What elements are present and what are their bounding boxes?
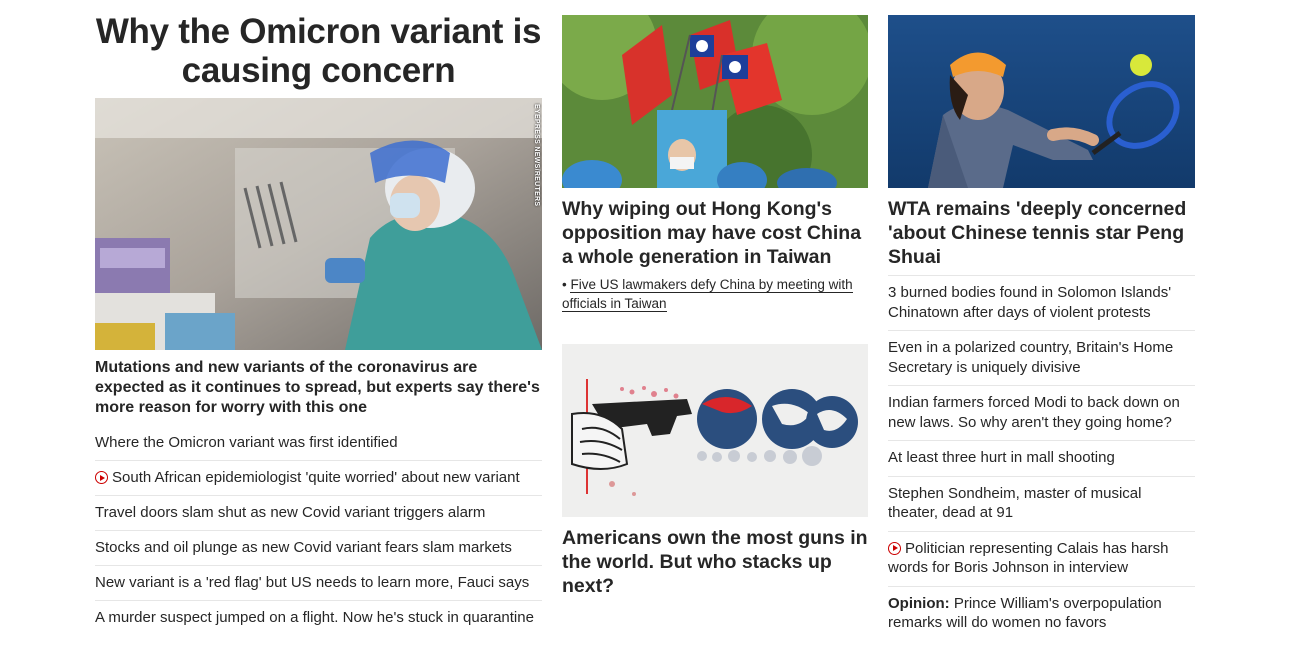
taiwan-story-headline[interactable]: Why wiping out Hong Kong's opposition ma… (562, 197, 868, 269)
opinion-label: Opinion: (888, 594, 950, 612)
guns-story-headline[interactable]: Americans own the most guns in the world… (562, 526, 868, 598)
image-credit: EYEPRESS NEWS/REUTERS (533, 104, 540, 207)
list-item[interactable]: Stephen Sondheim, master of musical thea… (888, 475, 1195, 531)
hero-headline[interactable]: Why the Omicron variant is causing conce… (95, 12, 542, 90)
list-item[interactable]: At least three hurt in mall shooting (888, 440, 1195, 476)
left-column: Why the Omicron variant is causing conce… (95, 0, 542, 635)
list-item[interactable]: A murder suspect jumped on a flight. Now… (95, 600, 542, 635)
lead-story-image[interactable]: EYEPRESS NEWS/REUTERS (95, 98, 542, 350)
list-item[interactable]: 3 burned bodies found in Solomon Islands… (888, 275, 1195, 330)
list-item[interactable]: Travel doors slam shut as new Covid vari… (95, 495, 542, 530)
taiwan-flags-image[interactable] (562, 15, 868, 188)
right-column: WTA remains 'deeply concerned 'about Chi… (888, 0, 1195, 641)
list-item[interactable]: Opinion: Prince William's overpopulation… (888, 585, 1195, 641)
play-video-icon (888, 541, 901, 555)
list-item[interactable]: South African epidemiologist 'quite worr… (95, 460, 542, 495)
lead-story-caption[interactable]: Mutations and new variants of the corona… (95, 358, 542, 418)
news-homepage: Why the Omicron variant is causing conce… (0, 0, 1290, 672)
top-stories-list: 3 burned bodies found in Solomon Islands… (888, 275, 1195, 641)
list-item[interactable]: Politician representing Calais has harsh… (888, 530, 1195, 586)
play-video-icon (95, 471, 108, 484)
list-item[interactable]: Indian farmers forced Modi to back down … (888, 385, 1195, 440)
guns-illustration-image[interactable] (562, 344, 868, 517)
middle-column: Why wiping out Hong Kong's opposition ma… (562, 0, 868, 598)
list-item[interactable]: Where the Omicron variant was first iden… (95, 428, 542, 460)
list-item[interactable]: Even in a polarized country, Britain's H… (888, 330, 1195, 385)
taiwan-sublink[interactable]: • Five US lawmakers defy China by meetin… (562, 275, 868, 313)
related-links-list: Where the Omicron variant was first iden… (95, 428, 542, 635)
list-item[interactable]: Stocks and oil plunge as new Covid varia… (95, 530, 542, 565)
peng-shuai-image[interactable] (888, 15, 1195, 188)
peng-shuai-headline[interactable]: WTA remains 'deeply concerned 'about Chi… (888, 197, 1195, 269)
list-item[interactable]: New variant is a 'red flag' but US needs… (95, 565, 542, 600)
